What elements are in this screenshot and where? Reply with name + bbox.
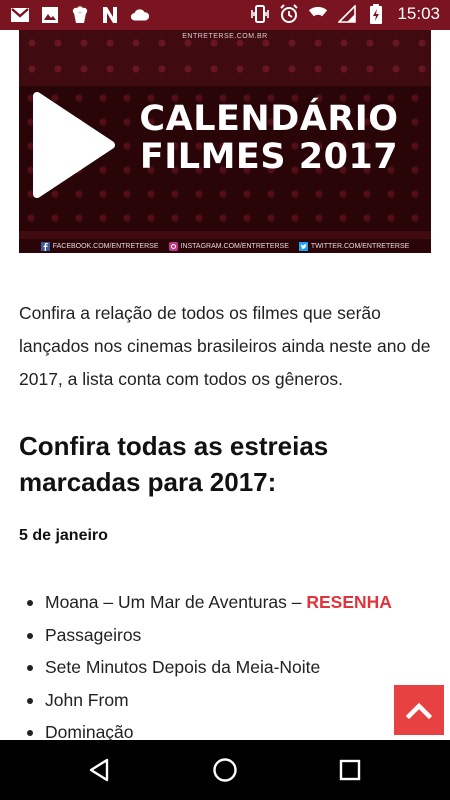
recents-button[interactable]	[335, 755, 365, 785]
list-item: Moana – Um Mar de Aventuras – RESENHA	[19, 586, 434, 619]
home-button[interactable]	[210, 755, 240, 785]
facebook-icon	[40, 241, 50, 251]
twitter-icon	[298, 241, 308, 251]
vibrate-icon	[250, 4, 270, 24]
status-bar: 15:03	[0, 0, 450, 30]
article-banner-image: ENTRETERSE.COM.BR CALENDÁRIO FILMES 2017…	[19, 30, 431, 253]
navigation-bar	[0, 740, 450, 800]
banner-twitter: TWITTER.COM/ENTRETERSE	[298, 241, 409, 251]
popcorn-icon	[70, 5, 90, 25]
review-link[interactable]: RESENHA	[306, 592, 392, 612]
scroll-to-top-button[interactable]	[394, 685, 444, 735]
banner-social-footer: FACEBOOK.COM/ENTRETERSE INSTAGRAM.COM/EN…	[19, 239, 431, 253]
signal-icon	[337, 4, 357, 24]
chevron-up-icon	[406, 702, 432, 719]
banner-site-url: ENTRETERSE.COM.BR	[182, 33, 268, 40]
movie-title: Moana – Um Mar de Aventuras –	[45, 592, 307, 612]
movie-title: Passageiros	[45, 624, 142, 645]
list-item: John From	[19, 684, 434, 717]
list-item: Sete Minutos Depois da Meia-Noite	[19, 651, 434, 684]
banner-instagram: INSTAGRAM.COM/ENTRETERSE	[168, 241, 289, 251]
battery-charging-icon	[366, 4, 386, 24]
release-date-heading: 5 de janeiro	[19, 527, 108, 544]
movie-title: Dominação	[45, 722, 134, 742]
home-circle-icon	[213, 758, 237, 782]
wifi-icon	[308, 4, 328, 24]
movie-title: John From	[45, 689, 129, 710]
back-triangle-icon	[89, 758, 109, 782]
back-button[interactable]	[84, 755, 114, 785]
cloud-icon	[130, 5, 150, 25]
instagram-icon	[168, 241, 178, 251]
recents-square-icon	[339, 759, 361, 781]
article-intro-paragraph: Confira a relação de todos os filmes que…	[19, 303, 431, 389]
banner-title-line1: CALENDÁRIO	[139, 99, 399, 139]
banner-title: CALENDÁRIO FILMES 2017	[119, 100, 419, 176]
section-heading: Confira todas as estreias marcadas para …	[19, 431, 329, 497]
banner-title-line2: FILMES 2017	[139, 137, 399, 177]
photos-icon	[40, 5, 60, 25]
play-icon	[33, 92, 115, 198]
n-icon	[100, 5, 120, 25]
clock-time: 15:03	[397, 4, 440, 23]
list-item: Passageiros	[19, 619, 434, 652]
movie-list: Moana – Um Mar de Aventuras – RESENHA Pa…	[19, 586, 434, 749]
alarm-icon	[279, 4, 299, 24]
gmail-icon	[10, 5, 30, 25]
movie-title: Sete Minutos Depois da Meia-Noite	[45, 657, 321, 677]
banner-facebook: FACEBOOK.COM/ENTRETERSE	[40, 241, 159, 251]
